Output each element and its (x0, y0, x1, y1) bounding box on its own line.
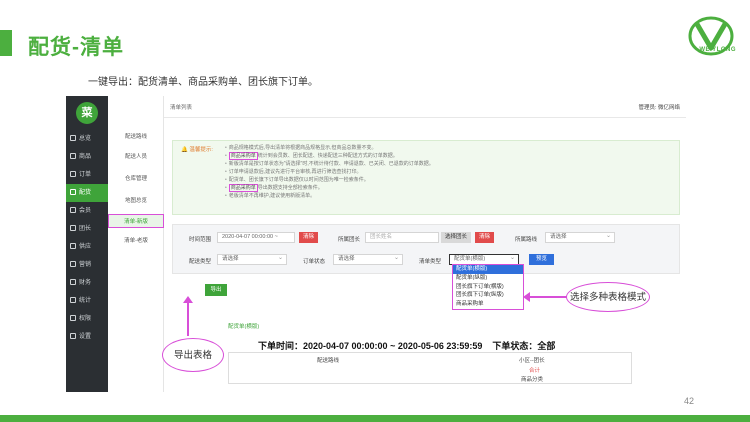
main-sidebar: 菜 总览 商品 订单 配货 会员 团长 供应 营销 财务 统计 权限 设置 (66, 96, 108, 392)
select-leader-button[interactable]: 选择团长 (441, 232, 472, 243)
route-label: 所属路线 (515, 237, 538, 243)
list-type-label: 清单类型 (419, 259, 442, 265)
goods-icon (70, 153, 76, 160)
brand-logo-text: WEIYLONG (699, 47, 736, 53)
highlight-purchase-order: 商品采购单 (228, 152, 258, 160)
sub-navigation: 配送路线 配送人员 仓库管理 地图总览 清单-新版 清单-老版 (108, 96, 164, 392)
tips-line: 商品采购单导出数据支持全部检索条件。 (225, 184, 434, 192)
subnav-item-couriers[interactable]: 配送人员 (108, 150, 164, 164)
bell-icon: 🔔 (181, 147, 188, 153)
admin-name: 管理员: 微亿网络 (638, 105, 680, 111)
tips-list: 商品规格模式后,导出清单将根据商品规格显示,但商品总数量不变。 商品采购单统计到… (225, 144, 434, 200)
annotation-arrow-right (528, 296, 568, 298)
slide-subtitle: 一键导出：配货清单、商品采购单、团长旗下订单。 (88, 77, 318, 88)
sidebar-item-orders[interactable]: 订单 (66, 166, 108, 184)
export-button[interactable]: 导出 (205, 284, 227, 296)
tips-line: 新版清单是按订单状态为"请选择"时,不统计待付款、申请退款、已关闭、已退款的订单… (225, 160, 434, 168)
lock-icon (70, 315, 76, 322)
arrow-left-icon (523, 292, 530, 302)
delivery-type-label: 配送类型 (189, 259, 212, 265)
sidebar-item-members[interactable]: 会员 (66, 202, 108, 220)
preview-table: 配送路线 小区--团长 合计 商品分类 (228, 352, 632, 384)
delivery-type-select[interactable]: 请选择 (217, 254, 287, 265)
top-bar: 清单列表 管理员: 微亿网络 (164, 96, 686, 118)
annotation-export: 导出表格 (162, 338, 224, 372)
col-route: 配送路线 (317, 358, 340, 364)
highlight-purchase-order: 商品采购单 (228, 184, 258, 192)
chart-icon (70, 297, 76, 304)
route-select[interactable]: 请选择 (545, 232, 615, 243)
time-range-label: 时间范围 (189, 237, 212, 243)
sidebar-item-leaders[interactable]: 团长 (66, 220, 108, 238)
breadcrumb: 清单列表 (170, 105, 193, 111)
title-accent-bar (0, 30, 12, 56)
user-icon (70, 207, 76, 214)
subnav-item-list-new[interactable]: 清单-新版 (108, 214, 164, 228)
dropdown-option[interactable]: 团长旗下订单(纵版) (453, 291, 523, 300)
sidebar-item-stats[interactable]: 统计 (66, 292, 108, 310)
list-type-dropdown: 配货单(横版) 配货单(纵版) 团长旗下订单(横版) 团长旗下订单(纵版) 商品… (452, 264, 524, 310)
page-number: 42 (683, 396, 694, 406)
filter-panel: 时间范围 2020-04-07 00:00:00 ~ 清除 所属团长 团长姓名 … (172, 224, 680, 274)
gift-icon (70, 261, 76, 268)
clear-leader-button[interactable]: 清除 (475, 232, 495, 243)
wallet-icon (70, 279, 76, 286)
tips-label: 🔔 温馨提示: (181, 147, 213, 153)
dropdown-option[interactable]: 配货单(横版) (453, 265, 523, 274)
time-range-input[interactable]: 2020-04-07 00:00:00 ~ (217, 232, 295, 243)
col-category: 商品分类 (521, 377, 544, 383)
annotation-table-modes: 选择多种表格模式 (566, 282, 650, 312)
subnav-item-list-old[interactable]: 清单-老版 (108, 234, 164, 248)
sidebar-item-finance[interactable]: 财务 (66, 274, 108, 292)
app-logo-icon: 菜 (76, 102, 98, 124)
tips-line: 商品规格模式后,导出清单将根据商品规格显示,但商品总数量不变。 (225, 144, 434, 152)
col-total: 合计 (529, 368, 541, 374)
slide-title: 配货-清单 (28, 36, 124, 59)
dropdown-option[interactable]: 商品采购单 (453, 300, 523, 309)
bottom-accent-bar (0, 415, 750, 422)
subnav-item-map[interactable]: 地图总览 (108, 194, 164, 208)
tips-line: 商品采购单统计到会员数、团长配送、快递配送三种配送方式的订单数据。 (225, 152, 434, 160)
preview-heading: 下单时间：2020-04-07 00:00:00 ~ 2020-05-06 23… (258, 341, 556, 351)
supply-icon (70, 243, 76, 250)
arrow-up-icon (183, 296, 193, 303)
subnav-item-warehouse[interactable]: 仓库管理 (108, 172, 164, 186)
sidebar-item-permissions[interactable]: 权限 (66, 310, 108, 328)
tips-line: 配货单、团长旗下订单导出数据仅以时间范围为唯一检索条件。 (225, 176, 434, 184)
sidebar-item-distribution[interactable]: 配货 (66, 184, 108, 202)
sidebar-item-marketing[interactable]: 营销 (66, 256, 108, 274)
tips-panel: 🔔 温馨提示: 商品规格模式后,导出清单将根据商品规格显示,但商品总数量不变。 … (172, 140, 680, 215)
col-leader: 小区--团长 (519, 358, 545, 364)
sidebar-item-goods[interactable]: 商品 (66, 148, 108, 166)
preview-tag: 配货单(横版) (228, 324, 260, 330)
tips-line: 订单申请退款后,建议先进行平台审核,再进行筛选查找打印。 (225, 168, 434, 176)
order-icon (70, 171, 76, 178)
clear-time-button[interactable]: 清除 (299, 232, 319, 243)
dropdown-option[interactable]: 团长旗下订单(横版) (453, 283, 523, 292)
order-status-select[interactable]: 请选择 (333, 254, 403, 265)
order-status-label: 订单状态 (303, 259, 326, 265)
leader-name-input[interactable]: 团长姓名 (365, 232, 439, 243)
subnav-item-routes[interactable]: 配送路线 (108, 130, 164, 144)
annotation-arrow-left (187, 300, 189, 336)
truck-icon (70, 189, 76, 196)
gear-icon (70, 333, 76, 340)
sidebar-item-supply[interactable]: 供应 (66, 238, 108, 256)
preview-button[interactable]: 预览 (529, 254, 555, 265)
home-icon (70, 135, 76, 142)
tips-line: 老版清单不再维护,建议使用新版清单。 (225, 192, 434, 200)
leader-label: 所属团长 (338, 237, 361, 243)
dropdown-option[interactable]: 配货单(纵版) (453, 274, 523, 283)
flag-icon (70, 225, 76, 232)
sidebar-item-settings[interactable]: 设置 (66, 328, 108, 346)
sidebar-item-overview[interactable]: 总览 (66, 130, 108, 148)
